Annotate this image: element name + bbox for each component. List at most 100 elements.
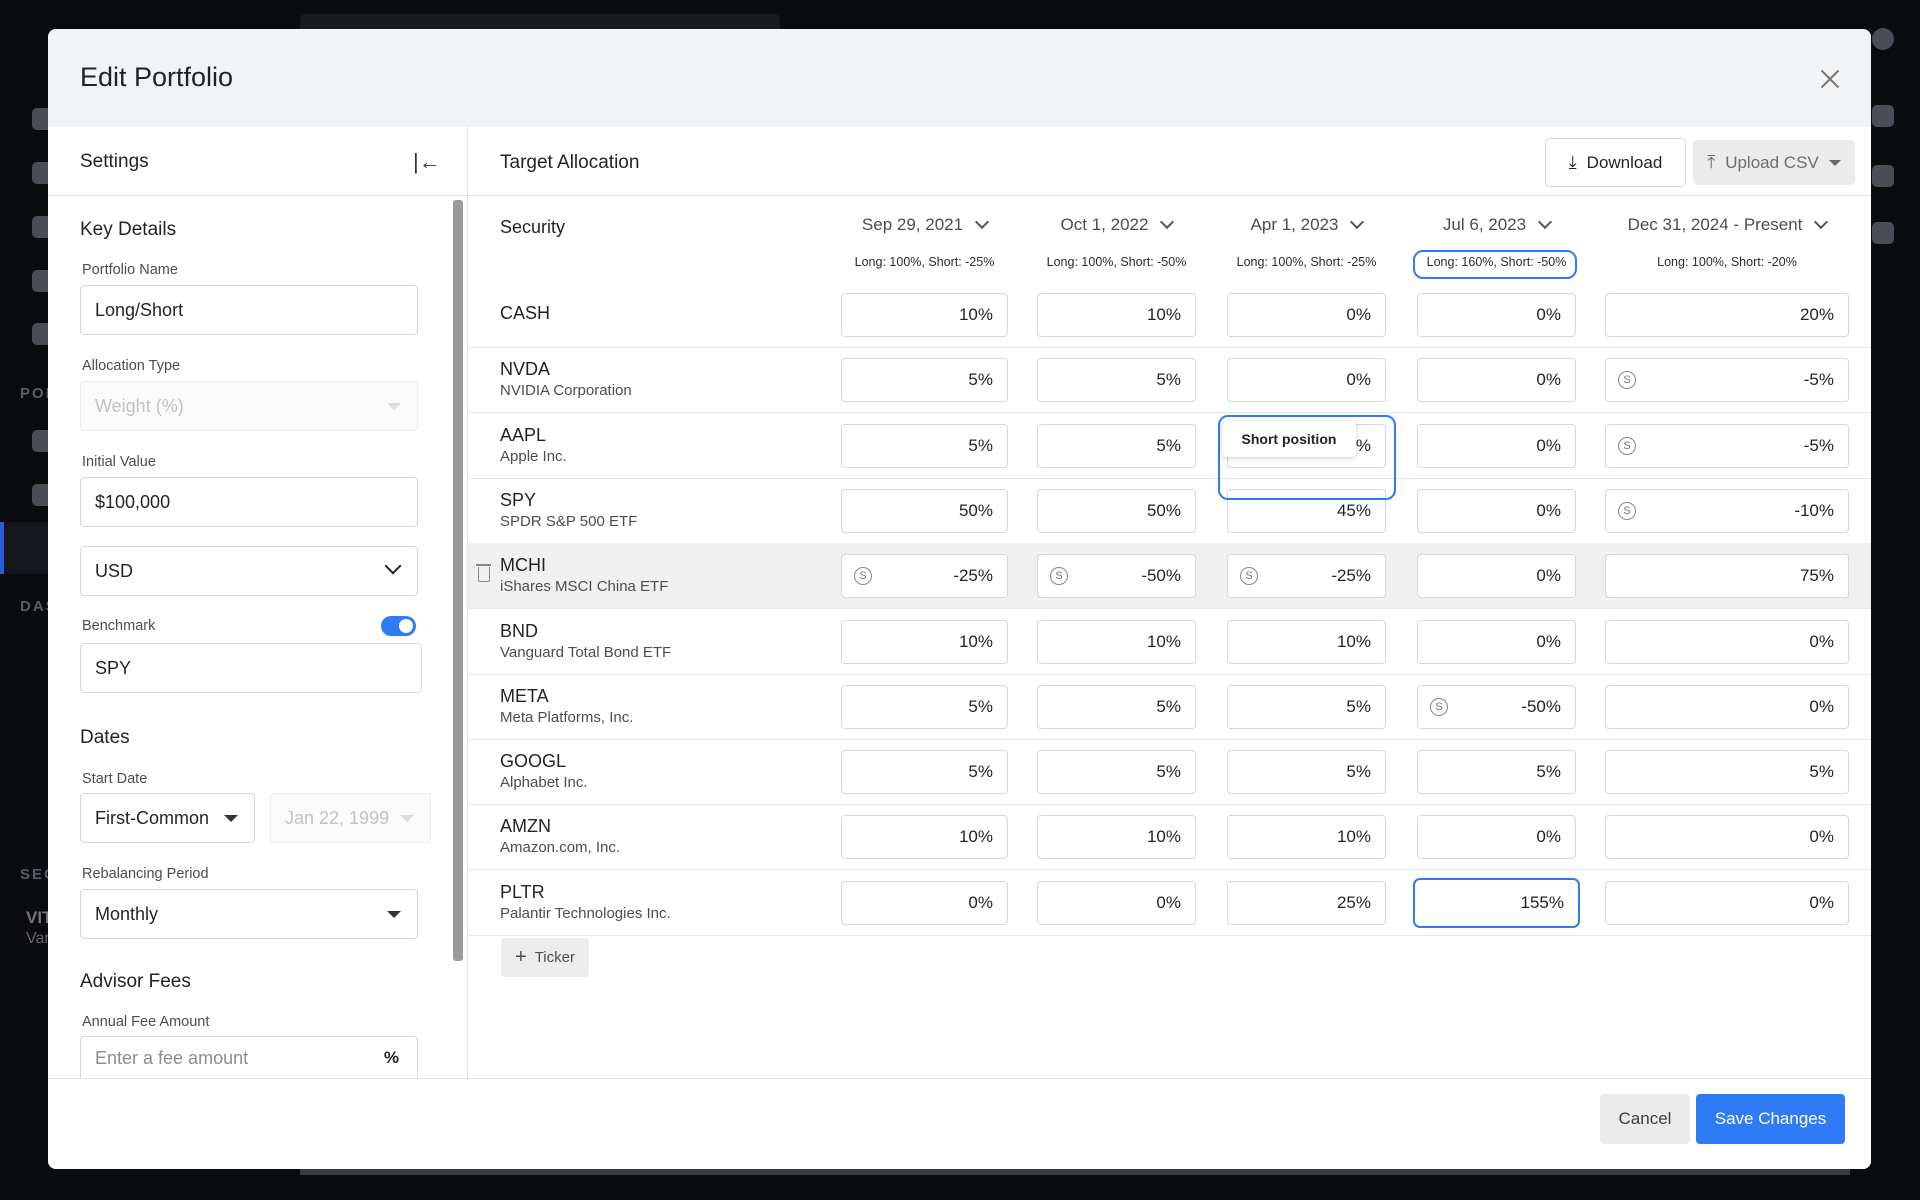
allocation-input[interactable]: 5% xyxy=(1037,358,1196,402)
portfolio-name-input[interactable]: Long/Short xyxy=(80,285,418,335)
settings-scrollbar[interactable] xyxy=(453,200,463,961)
benchmark-value: SPY xyxy=(95,658,131,679)
ticker: MCHI xyxy=(500,555,546,576)
allocation-input[interactable]: 5% xyxy=(1227,685,1386,729)
allocation-input[interactable]: 10% xyxy=(841,293,1008,337)
allocation-value: 5% xyxy=(1156,697,1181,717)
allocation-value: 10% xyxy=(959,632,993,652)
allocation-input[interactable]: 0% xyxy=(1605,620,1849,664)
allocation-input[interactable]: 0% xyxy=(1417,424,1576,468)
allocation-panel: Target Allocation ⤓Download ⤒Upload CSV … xyxy=(468,127,1871,1078)
benchmark-toggle[interactable] xyxy=(381,616,416,636)
annual-fee-placeholder: Enter a fee amount xyxy=(95,1048,248,1069)
allocation-input[interactable]: 0% xyxy=(1227,293,1386,337)
short-position-icon[interactable]: S xyxy=(1050,567,1068,585)
allocation-input[interactable]: 50% xyxy=(1037,489,1196,533)
allocation-value: 50% xyxy=(1147,501,1181,521)
column-date-dropdown[interactable]: Oct 1, 2022 xyxy=(1037,215,1196,235)
allocation-input[interactable]: S-25% xyxy=(841,554,1008,598)
allocation-input[interactable]: 0% xyxy=(1227,358,1386,402)
allocation-input[interactable]: 0% xyxy=(1417,489,1576,533)
allocation-input[interactable]: 10% xyxy=(1037,293,1196,337)
trash-icon[interactable] xyxy=(478,567,490,582)
plus-icon: + xyxy=(515,946,527,969)
save-changes-button[interactable]: Save Changes xyxy=(1696,1094,1845,1144)
allocation-input[interactable]: 155% xyxy=(1413,878,1580,928)
allocation-input[interactable]: 0% xyxy=(1605,685,1849,729)
allocation-input[interactable]: 0% xyxy=(1417,620,1576,664)
advisor-fees-heading: Advisor Fees xyxy=(80,971,191,993)
allocation-input[interactable]: 10% xyxy=(1227,815,1386,859)
allocation-input[interactable]: 5% xyxy=(1037,424,1196,468)
allocation-input[interactable]: 5% xyxy=(1037,685,1196,729)
allocation-input[interactable]: 5% xyxy=(1417,750,1576,794)
column-date-dropdown[interactable]: Jul 6, 2023 xyxy=(1417,215,1576,235)
start-date-value: Jan 22, 1999 xyxy=(285,808,389,829)
allocation-input[interactable]: 5% xyxy=(841,358,1008,402)
allocation-input[interactable]: 5% xyxy=(841,424,1008,468)
allocation-input[interactable]: S-5% xyxy=(1605,358,1849,402)
bg-strip xyxy=(300,1169,1850,1175)
allocation-input[interactable]: 10% xyxy=(1037,620,1196,664)
allocation-title: Target Allocation xyxy=(500,152,639,174)
allocation-input[interactable]: 10% xyxy=(1037,815,1196,859)
column-date-dropdown[interactable]: Sep 29, 2021 xyxy=(841,215,1008,235)
column-date-dropdown[interactable]: Dec 31, 2024 - Present xyxy=(1605,215,1849,235)
allocation-input[interactable]: 75% xyxy=(1605,554,1849,598)
allocation-input[interactable]: S-25% xyxy=(1227,554,1386,598)
upload-icon: ⤒ xyxy=(1707,152,1715,173)
allocation-value: 5% xyxy=(1536,762,1561,782)
allocation-input[interactable]: 10% xyxy=(841,815,1008,859)
allocation-input[interactable]: 0% xyxy=(1037,881,1196,925)
annual-fee-input[interactable]: Enter a fee amount% xyxy=(80,1036,418,1078)
allocation-input[interactable]: S-10% xyxy=(1605,489,1849,533)
start-date-label: Start Date xyxy=(82,771,147,787)
allocation-input[interactable]: 0% xyxy=(1417,358,1576,402)
short-position-icon[interactable]: S xyxy=(1240,567,1258,585)
add-ticker-button[interactable]: +Ticker xyxy=(501,938,589,977)
allocation-input[interactable]: 10% xyxy=(1227,620,1386,664)
security-name: Meta Platforms, Inc. xyxy=(500,709,633,726)
allocation-input[interactable]: 0% xyxy=(1417,293,1576,337)
allocation-input[interactable]: 20% xyxy=(1605,293,1849,337)
cancel-button[interactable]: Cancel xyxy=(1600,1094,1690,1144)
allocation-input[interactable]: 5% xyxy=(1227,750,1386,794)
initial-value-input[interactable]: $100,000 xyxy=(80,477,418,527)
allocation-input[interactable]: 5% xyxy=(841,750,1008,794)
allocation-input[interactable]: 5% xyxy=(841,685,1008,729)
allocation-value: 5% xyxy=(1156,762,1181,782)
rebalancing-select[interactable]: Monthly xyxy=(80,889,418,939)
allocation-input[interactable]: S-50% xyxy=(1417,685,1576,729)
allocation-input[interactable]: 50% xyxy=(841,489,1008,533)
allocation-input[interactable]: 10% xyxy=(841,620,1008,664)
close-icon[interactable] xyxy=(1816,65,1844,93)
allocation-input[interactable]: 0% xyxy=(1605,881,1849,925)
allocation-value: 10% xyxy=(1337,827,1371,847)
upload-csv-button[interactable]: ⤒Upload CSV xyxy=(1693,140,1855,185)
collapse-panel-icon[interactable]: |← xyxy=(413,149,441,175)
benchmark-input[interactable]: SPY xyxy=(80,643,422,693)
short-position-icon[interactable]: S xyxy=(854,567,872,585)
allocation-input[interactable]: 0% xyxy=(1417,815,1576,859)
currency-select[interactable]: USD xyxy=(80,546,418,596)
download-button[interactable]: ⤓Download xyxy=(1545,138,1686,187)
allocation-value: 0% xyxy=(1156,893,1181,913)
short-position-icon[interactable]: S xyxy=(1618,437,1636,455)
start-date-mode-select[interactable]: First-Common xyxy=(80,793,255,843)
security-name: SPDR S&P 500 ETF xyxy=(500,513,637,530)
allocation-input[interactable]: 0% xyxy=(841,881,1008,925)
caret-down-icon xyxy=(224,815,238,822)
allocation-input[interactable]: 5% xyxy=(1037,750,1196,794)
table-row: SPYSPDR S&P 500 ETF50%50%45%0%S-10% xyxy=(468,478,1871,544)
allocation-input[interactable]: 25% xyxy=(1227,881,1386,925)
column-date-dropdown[interactable]: Apr 1, 2023 xyxy=(1227,215,1386,235)
ticker: PLTR xyxy=(500,882,545,903)
allocation-input[interactable]: S-50% xyxy=(1037,554,1196,598)
allocation-input[interactable]: 5% xyxy=(1605,750,1849,794)
short-position-icon[interactable]: S xyxy=(1430,698,1448,716)
allocation-input[interactable]: 0% xyxy=(1417,554,1576,598)
allocation-input[interactable]: S-5% xyxy=(1605,424,1849,468)
allocation-input[interactable]: 0% xyxy=(1605,815,1849,859)
short-position-icon[interactable]: S xyxy=(1618,502,1636,520)
short-position-icon[interactable]: S xyxy=(1618,371,1636,389)
